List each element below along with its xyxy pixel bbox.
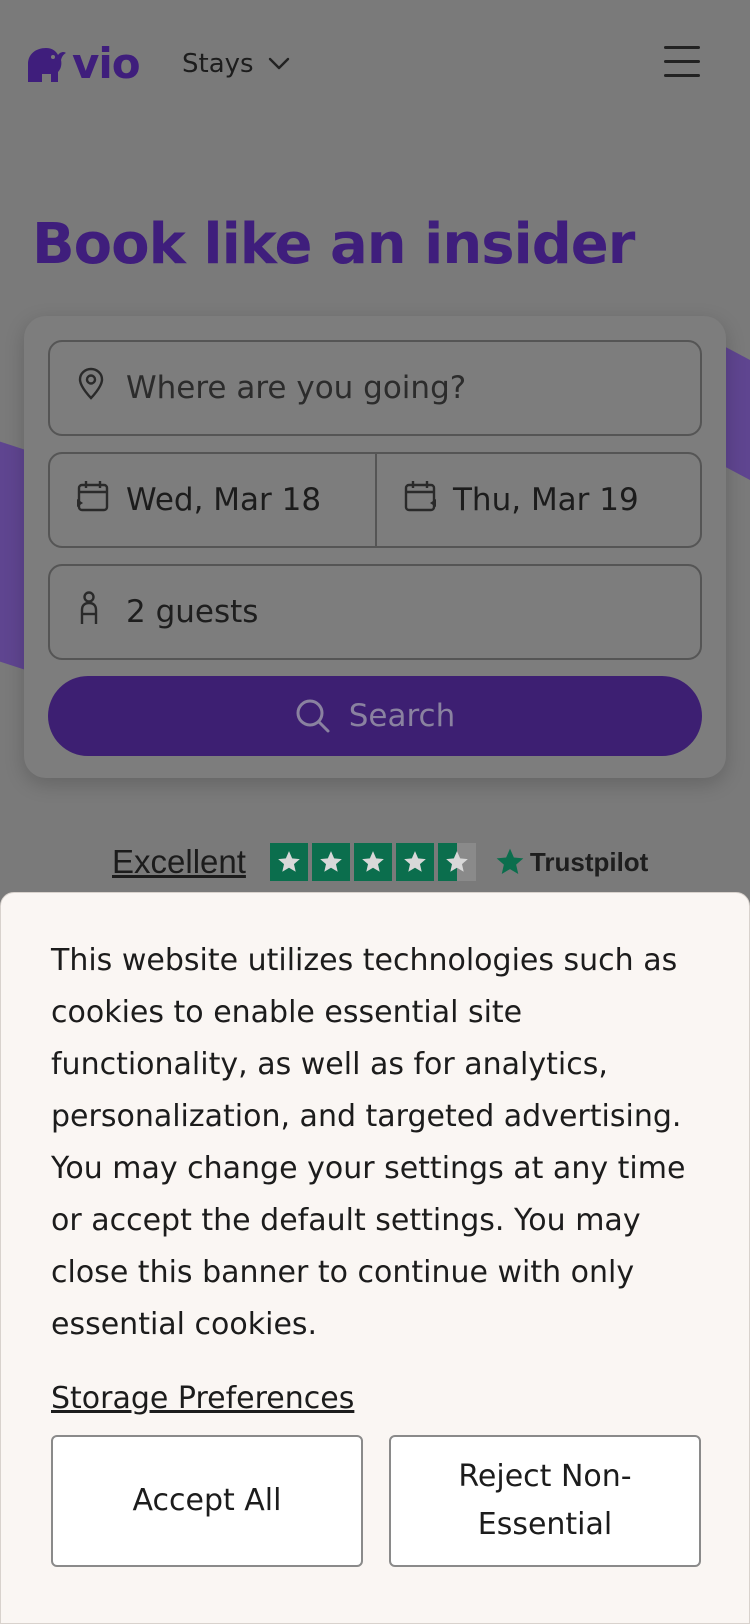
guests-selector[interactable]: 2 guests: [48, 564, 702, 660]
cookie-banner: This website utilizes technologies such …: [0, 892, 750, 1624]
trustpilot-star-icon: [496, 848, 524, 874]
trustpilot-name: Trustpilot: [529, 846, 649, 877]
trustpilot-widget: Excellent Trustpilot: [112, 840, 648, 884]
accept-all-button[interactable]: Accept All: [51, 1435, 363, 1567]
brand-logo[interactable]: vio: [24, 39, 141, 88]
trust-stars: [269, 843, 476, 881]
brand-name: vio: [72, 39, 141, 88]
search-button-label: Search: [348, 698, 456, 734]
person-icon: [76, 590, 102, 634]
star-icon: [311, 843, 350, 881]
cookie-message: This website utilizes technologies such …: [51, 943, 686, 1342]
stays-dropdown[interactable]: Stays: [182, 44, 290, 84]
storage-preferences-link[interactable]: Storage Preferences: [51, 1381, 354, 1416]
trust-rating-label[interactable]: Excellent: [112, 843, 246, 881]
half-star-icon: [437, 843, 476, 881]
star-icon: [269, 843, 308, 881]
date-range-field: Wed, Mar 18 Thu, Mar 19: [48, 452, 702, 548]
stays-label: Stays: [182, 49, 254, 79]
site-header: vio Stays: [0, 0, 750, 130]
check-out-value: Thu, Mar 19: [453, 482, 639, 518]
check-in-date[interactable]: Wed, Mar 18: [50, 454, 375, 546]
calendar-checkin-icon: [76, 479, 110, 521]
elephant-logo-icon: [28, 48, 66, 82]
trustpilot-logo: Trustpilot: [494, 846, 648, 878]
search-card: Where are you going? Wed, Mar 18 Thu, Ma…: [24, 316, 726, 778]
check-out-date[interactable]: Thu, Mar 19: [377, 454, 702, 546]
chevron-down-icon: [268, 57, 289, 70]
menu-icon[interactable]: [664, 46, 700, 78]
star-icon: [353, 843, 392, 881]
destination-placeholder: Where are you going?: [126, 370, 467, 406]
guests-value: 2 guests: [126, 594, 259, 630]
reject-non-essential-button[interactable]: Reject Non-Essential: [389, 1435, 701, 1567]
destination-input[interactable]: Where are you going?: [48, 340, 702, 436]
star-icon: [395, 843, 434, 881]
check-in-value: Wed, Mar 18: [126, 482, 322, 518]
hero-title: Book like an insider: [32, 212, 635, 277]
location-pin-icon: [76, 367, 106, 409]
search-button[interactable]: Search: [48, 676, 702, 756]
calendar-checkout-icon: [403, 479, 437, 521]
search-icon: [296, 699, 330, 733]
